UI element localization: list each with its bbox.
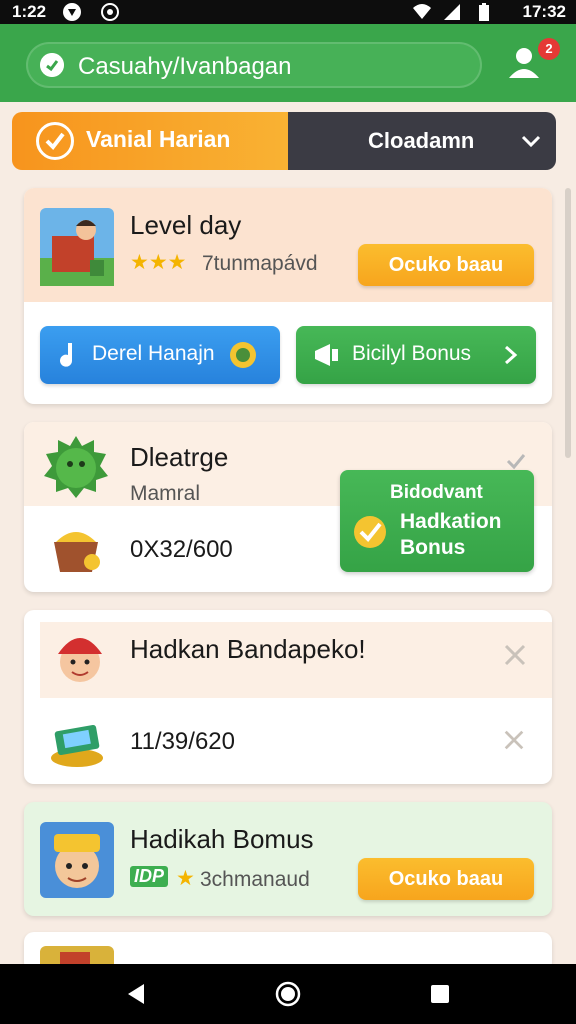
star-icon: ★ (148, 251, 168, 274)
search-text: Casuahy/Ivanbagan (78, 53, 292, 80)
money-stack-icon (51, 725, 103, 767)
check-circle-icon (36, 122, 74, 160)
bonus-card: Hadikah Bomus IDP ★ 3chmanaud Ocuko baau (24, 802, 552, 916)
daily-pill-button[interactable]: Derel Hanajn (40, 326, 280, 384)
hadkan-title: Hadkan Bandapeko! (130, 634, 366, 664)
recents-icon[interactable] (426, 980, 454, 1008)
tab-dropdown-label: Cloadamn (368, 128, 475, 153)
battery-icon (479, 3, 489, 21)
coin-icon (230, 342, 256, 368)
challenge-title: Dleatrge (130, 442, 229, 472)
status-time-left: 1:22 (12, 2, 47, 21)
home-icon[interactable] (274, 980, 302, 1008)
rating-stars: ★★★ (130, 250, 186, 275)
game-thumbnail-icon (40, 208, 114, 286)
hadkan-amount: 11/39/620 (130, 728, 235, 755)
green-monster-icon (44, 436, 108, 498)
popup-line-2: Hadkation (400, 510, 502, 533)
star-icon: ★ (130, 251, 149, 274)
megaphone-icon (315, 344, 338, 366)
music-note-icon (60, 343, 72, 367)
notification-badge: 2 (538, 38, 560, 60)
challenge-amount: 0X32/600 (130, 536, 233, 563)
challenge-subtitle: Mamral (130, 482, 201, 505)
search-bar[interactable]: Casuahy/Ivanbagan (26, 42, 482, 88)
status-time-right: 17:32 (522, 2, 566, 21)
chevron-right-icon (505, 345, 518, 365)
star-icon: ★ (167, 251, 187, 274)
close-icon[interactable] (502, 642, 528, 668)
character-red-hat-icon (58, 638, 102, 682)
alert-icon (101, 3, 119, 21)
treasure-basket-icon (54, 532, 100, 572)
popup-line-3: Bonus (400, 536, 466, 559)
signal-icon (444, 4, 460, 20)
level-day-card: Level day ★★★ 7tunmapávd Ocuko baau Dere… (24, 188, 552, 404)
chevron-down-icon (521, 135, 541, 148)
back-icon[interactable] (122, 980, 150, 1008)
tab-bar: Vanial Harian Cloadamn (12, 112, 556, 170)
level-day-rating-text: 7tunmapávd (202, 252, 318, 275)
bonus-claim-button[interactable]: Ocuko baau (358, 858, 534, 900)
tab-daily-label: Vanial Harian (86, 126, 231, 152)
edit-icon (40, 53, 64, 77)
challenge-card: Dleatrge Mamral 0X32/600 Bidodvant Hadka… (24, 422, 552, 592)
tab-dropdown[interactable]: Cloadamn (288, 112, 556, 170)
check-badge-icon (354, 516, 386, 548)
scrollbar[interactable] (565, 188, 571, 458)
bonus-pill-button[interactable]: Bicilyl Bonus (296, 326, 536, 384)
wifi-icon (413, 4, 431, 19)
app-notification-icon (63, 3, 81, 21)
level-day-title: Level day (130, 210, 242, 240)
bonus-popup-button[interactable]: Bidodvant Hadkation Bonus (340, 470, 534, 572)
bonus-rating-text: 3chmanaud (200, 868, 310, 891)
system-nav-bar (0, 964, 576, 1024)
character-yellow-icon (40, 822, 114, 898)
bonus-title: Hadikah Bomus (130, 824, 314, 854)
daily-pill-label: Derel Hanajn (92, 342, 215, 365)
dismiss-icon[interactable] (502, 728, 526, 752)
bonus-pill-label: Bicilyl Bonus (352, 342, 472, 365)
star-icon: ★ (176, 867, 195, 890)
tab-daily[interactable]: Vanial Harian (12, 112, 288, 170)
popup-line-1: Bidodvant (390, 482, 483, 503)
hadkan-card: Hadkan Bandapeko! 11/39/620 (24, 610, 552, 784)
app-header: Casuahy/Ivanbagan 2 (0, 24, 576, 102)
bonus-tag: IDP (130, 866, 169, 887)
check-icon (506, 454, 526, 470)
level-day-claim-button[interactable]: Ocuko baau (358, 244, 534, 286)
status-bar: 1:22 17:32 (0, 0, 576, 24)
